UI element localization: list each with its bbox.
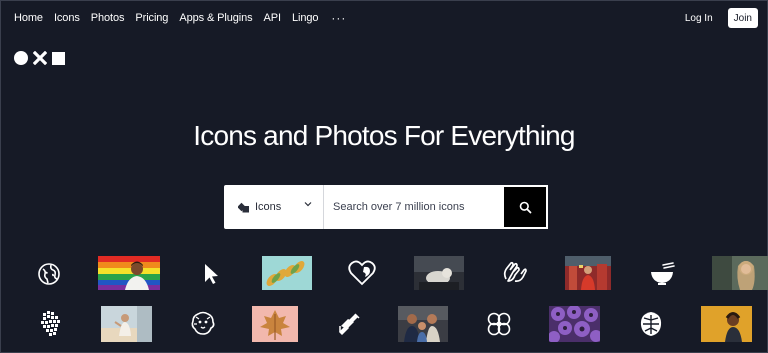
- beach-photo[interactable]: [101, 306, 152, 342]
- cursor-icon[interactable]: [196, 259, 226, 289]
- heart-icon[interactable]: [347, 258, 377, 288]
- bowl-icon[interactable]: [647, 259, 677, 289]
- gallery-grid: [0, 0, 768, 353]
- yellow-portrait-photo[interactable]: [701, 306, 752, 342]
- pride-photo[interactable]: [98, 256, 160, 290]
- purple-flowers-photo[interactable]: [549, 306, 600, 342]
- flower-icon[interactable]: [484, 309, 514, 339]
- autumn-leaf-photo[interactable]: [252, 306, 298, 342]
- street-photo[interactable]: [565, 256, 611, 290]
- lion-icon[interactable]: [188, 309, 218, 339]
- hand-icon[interactable]: [36, 309, 66, 339]
- portrait-photo[interactable]: [712, 256, 768, 290]
- leaves-photo[interactable]: [262, 256, 312, 290]
- link-icon[interactable]: [333, 309, 363, 339]
- family-photo[interactable]: [398, 306, 448, 342]
- globe-icon[interactable]: [34, 259, 64, 289]
- monstera-icon[interactable]: [636, 309, 666, 339]
- dog-photo[interactable]: [414, 256, 464, 290]
- hands-icon[interactable]: [499, 258, 529, 288]
